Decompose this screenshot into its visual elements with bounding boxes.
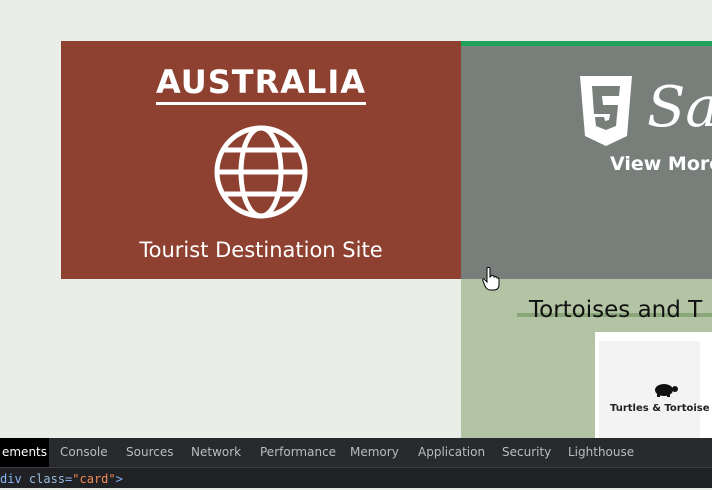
hand-cursor-icon bbox=[482, 267, 500, 291]
tab-sources[interactable]: Sources bbox=[126, 438, 173, 467]
tortoise-card[interactable]: Tortoises and T Turtles & Tortoise bbox=[461, 279, 712, 438]
html-course-card[interactable]: Sa View More bbox=[461, 41, 712, 279]
tortoise-image-frame: Turtles & Tortoise bbox=[599, 341, 710, 438]
australia-subtitle: Tourist Destination Site bbox=[139, 238, 383, 262]
tab-application[interactable]: Application bbox=[418, 438, 485, 467]
script-logo-text: Sa bbox=[647, 75, 712, 140]
tab-memory[interactable]: Memory bbox=[350, 438, 399, 467]
australia-card[interactable]: AUSTRALIA Tourist Destination Site bbox=[61, 41, 461, 279]
globe-icon bbox=[214, 125, 308, 219]
code-tag-open: div bbox=[0, 472, 29, 486]
code-attr-name: class bbox=[28, 472, 66, 486]
tortoise-image[interactable]: Turtles & Tortoise bbox=[595, 332, 712, 438]
tab-performance[interactable]: Performance bbox=[260, 438, 336, 467]
tab-lighthouse[interactable]: Lighthouse bbox=[568, 438, 634, 467]
card-accent-strip bbox=[461, 41, 712, 46]
view-more-button[interactable]: View More bbox=[610, 153, 712, 175]
tab-console[interactable]: Console bbox=[60, 438, 108, 467]
code-tag-close: > bbox=[115, 472, 123, 486]
devtools-tab-bar: ements Console Sources Network Performan… bbox=[0, 438, 712, 468]
tab-security[interactable]: Security bbox=[502, 438, 551, 467]
code-attr-value: "card" bbox=[72, 472, 116, 486]
devtools-panel: ements Console Sources Network Performan… bbox=[0, 438, 712, 488]
tab-network[interactable]: Network bbox=[191, 438, 241, 467]
tab-elements[interactable]: ements bbox=[0, 438, 49, 467]
turtle-icon bbox=[655, 384, 678, 397]
tortoise-title: Tortoises and T bbox=[529, 297, 703, 323]
dom-tree-line[interactable]: div class="card"> bbox=[0, 468, 712, 488]
australia-title: AUSTRALIA bbox=[61, 63, 461, 105]
html5-logo-icon bbox=[580, 76, 632, 146]
tortoise-image-caption: Turtles & Tortoise bbox=[610, 403, 710, 414]
